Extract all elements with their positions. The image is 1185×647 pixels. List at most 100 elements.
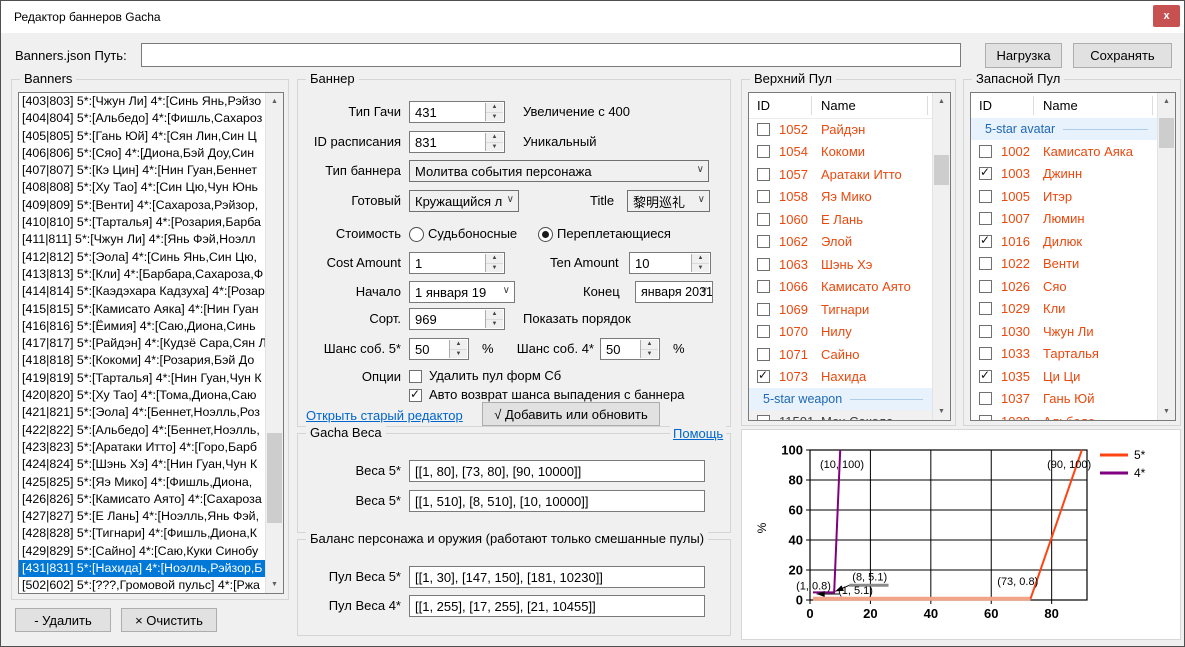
banner-list-item[interactable]: [419|819] 5*:[Тарталья] 4*:[Нин Гуан,Чун… — [19, 370, 266, 387]
pool-row[interactable]: 1054Кокоми — [749, 141, 933, 164]
pool-row[interactable]: 1070Нилу — [749, 321, 933, 344]
row-checkbox[interactable] — [979, 257, 992, 270]
pool-row[interactable]: 1066Камисато Аято — [749, 276, 933, 299]
pool-row[interactable]: 11501Меч Сокола — [749, 410, 933, 420]
reserve-pool-scrollbar[interactable]: ▲ ▼ — [1157, 93, 1175, 420]
upper-pool-scrollbar[interactable]: ▲ ▼ — [932, 93, 950, 420]
scroll-down-icon[interactable]: ▼ — [933, 403, 950, 420]
row-checkbox[interactable] — [979, 190, 992, 203]
row-checkbox[interactable] — [757, 190, 770, 203]
banner-list-item[interactable]: [407|807] 5*:[Кэ Цин] 4*:[Нин Гуан,Бенне… — [19, 162, 266, 179]
row-checkbox[interactable] — [757, 280, 770, 293]
banner-list-item[interactable]: [403|803] 5*:[Чжун Ли] 4*:[Синь Янь,Рэйз… — [19, 93, 266, 110]
row-checkbox[interactable] — [979, 392, 992, 405]
option-auto-return-checkbox[interactable] — [409, 389, 422, 402]
banner-list-item[interactable]: [429|829] 5*:[Сайно] 4*:[Саю,Куки Синобу — [19, 543, 266, 560]
row-checkbox[interactable] — [757, 370, 770, 383]
banner-list-item[interactable]: [421|821] 5*:[Эола] 4*:[Беннет,Ноэлль,Ро… — [19, 404, 266, 421]
row-checkbox[interactable] — [757, 235, 770, 248]
banners-listbox[interactable]: [403|803] 5*:[Чжун Ли] 4*:[Синь Янь,Рэйз… — [18, 92, 284, 594]
row-checkbox[interactable] — [757, 348, 770, 361]
pool-weights5-input[interactable] — [409, 566, 705, 588]
pool-row[interactable]: 1069Тигнари — [749, 298, 933, 321]
pool-row[interactable]: 1029Кли — [971, 298, 1158, 321]
row-checkbox[interactable] — [979, 280, 992, 293]
help-link[interactable]: Помощь — [670, 426, 726, 441]
scroll-down-icon[interactable]: ▼ — [1158, 403, 1175, 420]
banner-list-item[interactable]: [427|827] 5*:[Е Лань] 4*:[Ноэлль,Янь Фэй… — [19, 508, 266, 525]
row-checkbox[interactable] — [757, 168, 770, 181]
pool-row[interactable]: 1035Ци Ци — [971, 365, 1158, 388]
pool-row[interactable]: 1062Элой — [749, 231, 933, 254]
option-remove-pool-checkbox[interactable] — [409, 370, 422, 383]
row-checkbox[interactable] — [757, 213, 770, 226]
chance5-spinner[interactable]: 50 ▲▼ — [409, 338, 469, 360]
pool-row[interactable]: 1005Итэр — [971, 185, 1158, 208]
close-button[interactable]: x — [1153, 5, 1180, 27]
row-checkbox[interactable] — [757, 415, 770, 420]
pool-row[interactable]: 1002Камисато Аяка — [971, 140, 1158, 163]
banner-list-item[interactable]: [411|811] 5*:[Чжун Ли] 4*:[Янь Фэй,Ноэлл — [19, 231, 266, 248]
pool-row[interactable]: 1038Альбедо — [971, 410, 1158, 420]
schedule-id-spinner[interactable]: 831 ▲▼ — [409, 131, 505, 153]
row-checkbox[interactable] — [979, 415, 992, 420]
reserve-pool-table[interactable]: ID Name 5-star avatar1002Камисато Аяка10… — [970, 92, 1176, 421]
banner-list-item[interactable]: [422|822] 5*:[Альбедо] 4*:[Беннет,Ноэлль… — [19, 422, 266, 439]
pool-row[interactable]: 1033Тарталья — [971, 343, 1158, 366]
banners-scrollbar[interactable]: ▲ ▼ — [265, 93, 283, 593]
banner-list-item[interactable]: [410|810] 5*:[Тарталья] 4*:[Розария,Барб… — [19, 214, 266, 231]
title-bar[interactable]: Редактор баннеров Gacha — [1, 1, 1184, 33]
banner-list-item[interactable]: [406|806] 5*:[Сяо] 4*:[Диона,Бэй Доу,Син — [19, 145, 266, 162]
banner-list-item[interactable]: [416|816] 5*:[Ёимия] 4*:[Саю,Диона,Синь — [19, 318, 266, 335]
banner-list-item[interactable]: [415|815] 5*:[Камисато Аяка] 4*:[Нин Гуа… — [19, 301, 266, 318]
pool-row[interactable]: 1022Венти — [971, 253, 1158, 276]
row-checkbox[interactable] — [979, 167, 992, 180]
pool-row[interactable]: 1030Чжун Ли — [971, 320, 1158, 343]
row-checkbox[interactable] — [979, 302, 992, 315]
row-checkbox[interactable] — [757, 123, 770, 136]
pool-row[interactable]: 1007Люмин — [971, 208, 1158, 231]
scrollbar-thumb[interactable] — [267, 433, 282, 523]
banner-list-item[interactable]: [412|812] 5*:[Эола] 4*:[Синь Янь,Син Цю, — [19, 249, 266, 266]
row-checkbox[interactable] — [979, 235, 992, 248]
cost-radio-intertwined[interactable] — [538, 227, 553, 242]
banner-list-item[interactable]: [424|824] 5*:[Шэнь Хэ] 4*:[Нин Гуан,Чун … — [19, 456, 266, 473]
prefab-select[interactable]: Кружащийся л ∨ — [409, 190, 519, 212]
pool-row[interactable]: 1057Аратаки Итто — [749, 163, 933, 186]
banner-list-item[interactable]: [413|813] 5*:[Кли] 4*:[Барбара,Сахароза,… — [19, 266, 266, 283]
delete-banner-button[interactable]: - Удалить — [15, 608, 111, 632]
banner-list-item[interactable]: [423|823] 5*:[Аратаки Итто] 4*:[Горо,Бар… — [19, 439, 266, 456]
add-or-update-button[interactable]: √ Добавить или обновить — [482, 402, 660, 426]
weights5-input-1[interactable] — [409, 460, 705, 482]
spinner-arrows-icon[interactable]: ▲▼ — [485, 310, 503, 328]
ten-amount-spinner[interactable]: 10 ▲▼ — [629, 252, 711, 274]
banner-type-select[interactable]: Молитва события персонажа ∨ — [409, 160, 709, 182]
pool-row[interactable]: 1003Джинн — [971, 163, 1158, 186]
pool-row[interactable]: 1016Дилюк — [971, 230, 1158, 253]
pool-row[interactable]: 1060Е Лань — [749, 208, 933, 231]
spinner-arrows-icon[interactable]: ▲▼ — [691, 254, 709, 272]
pool-row[interactable]: 1058Яэ Мико — [749, 186, 933, 209]
banner-list-item[interactable]: [414|814] 5*:[Каэдэхара Кадзуха] 4*:[Роз… — [19, 283, 266, 300]
spinner-arrows-icon[interactable]: ▲▼ — [485, 254, 503, 272]
row-checkbox[interactable] — [757, 303, 770, 316]
pool-row[interactable]: 1037Гань Юй — [971, 388, 1158, 411]
row-checkbox[interactable] — [979, 212, 992, 225]
banner-list-item[interactable]: [408|808] 5*:[Ху Тао] 4*:[Син Цю,Чун Юнь — [19, 179, 266, 196]
banner-list-item[interactable]: [426|826] 5*:[Камисато Аято] 4*:[Сахароз… — [19, 491, 266, 508]
scroll-up-icon[interactable]: ▲ — [933, 93, 950, 110]
banner-list-item[interactable]: [425|825] 5*:[Яэ Мико] 4*:[Фишль,Диона, — [19, 474, 266, 491]
gacha-type-spinner[interactable]: 431 ▲▼ — [409, 101, 505, 123]
pool-weights4-input[interactable] — [409, 595, 705, 617]
row-checkbox[interactable] — [979, 145, 992, 158]
banner-list-item[interactable]: [418|818] 5*:[Кокоми] 4*:[Розария,Бэй До — [19, 352, 266, 369]
open-old-editor-link[interactable]: Открыть старый редактор — [306, 408, 463, 423]
end-date-picker[interactable]: января 2031 ∨ — [635, 281, 713, 303]
cost-radio-fate[interactable] — [409, 227, 424, 242]
row-checkbox[interactable] — [757, 325, 770, 338]
spinner-arrows-icon[interactable]: ▲▼ — [485, 133, 503, 151]
scroll-up-icon[interactable]: ▲ — [1158, 93, 1175, 110]
row-checkbox[interactable] — [757, 258, 770, 271]
start-date-picker[interactable]: 1 января 19 ∨ — [409, 281, 515, 303]
clear-banners-button[interactable]: × Очистить — [121, 608, 217, 632]
